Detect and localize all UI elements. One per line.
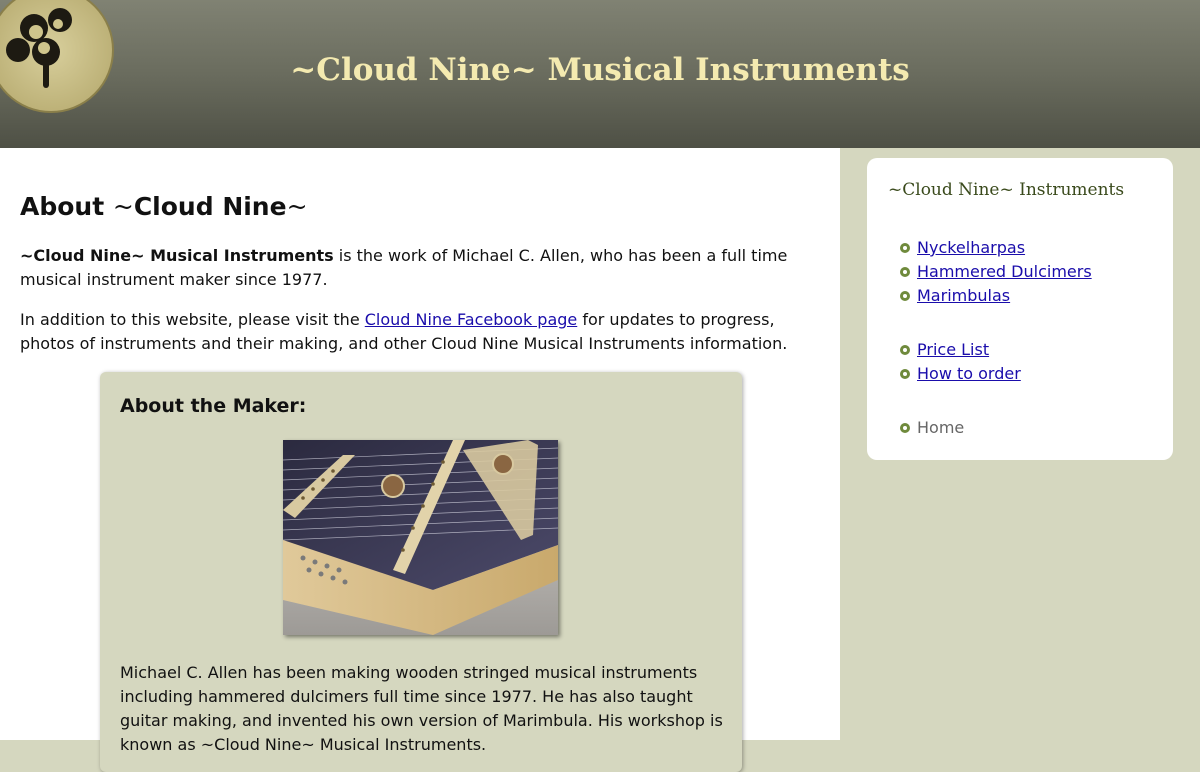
site-header: ~Cloud Nine~ Musical Instruments	[0, 0, 1200, 148]
about-maker-box: About the Maker: Michael C. Allen has be…	[100, 372, 742, 772]
maker-title: About the Maker:	[120, 395, 307, 417]
sidebar-nav: ~Cloud Nine~ Instruments Nyckelharpas Ha…	[867, 158, 1173, 460]
nav-label-home-current: Home	[917, 418, 965, 437]
site-title: ~Cloud Nine~ Musical Instruments	[290, 52, 910, 88]
nav-link-nyckelharpas[interactable]: Nyckelharpas	[917, 236, 1025, 260]
facebook-paragraph: In addition to this website, please visi…	[20, 308, 820, 356]
heading-prefix: About	[20, 192, 113, 221]
nav-link-price-list[interactable]: Price List	[917, 338, 989, 362]
page-heading: About ~Cloud Nine~	[20, 192, 308, 221]
intro-bold-name: ~Cloud Nine~ Musical Instruments	[20, 246, 334, 265]
circle-bullet-icon	[900, 291, 910, 301]
maker-description: Michael C. Allen has been making wooden …	[120, 663, 723, 754]
hammered-dulcimer-photo	[283, 440, 558, 635]
intro-paragraph: ~Cloud Nine~ Musical Instruments is the …	[20, 244, 820, 292]
heading-name: Cloud Nine	[133, 192, 287, 221]
sidebar-title: ~Cloud Nine~ Instruments	[888, 180, 1125, 200]
circle-bullet-icon	[900, 267, 910, 277]
circle-bullet-icon	[900, 369, 910, 379]
circle-bullet-icon	[900, 345, 910, 355]
nav-link-hammered-dulcimers[interactable]: Hammered Dulcimers	[917, 260, 1092, 284]
heading-tilde-open: ~	[112, 192, 134, 221]
circle-bullet-icon	[900, 243, 910, 253]
facebook-text-before: In addition to this website, please visi…	[20, 310, 365, 329]
heading-tilde-close: ~	[286, 192, 308, 221]
nav-link-marimbulas[interactable]: Marimbulas	[917, 284, 1010, 308]
facebook-link[interactable]: Cloud Nine Facebook page	[365, 310, 578, 329]
nav-link-how-to-order[interactable]: How to order	[917, 362, 1021, 386]
circle-bullet-icon	[900, 423, 910, 433]
